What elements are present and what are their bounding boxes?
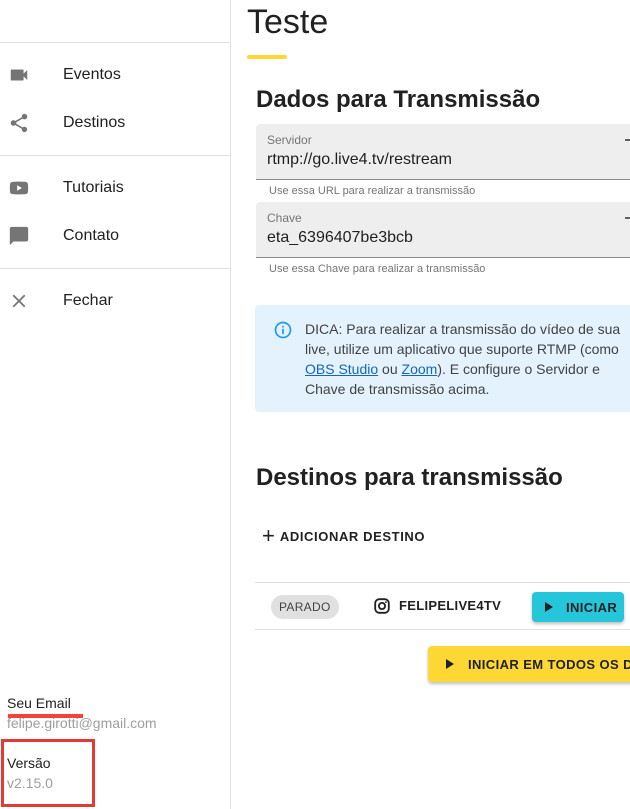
chat-bubble-icon bbox=[8, 225, 30, 247]
share-icon bbox=[8, 112, 30, 134]
redaction-mark bbox=[8, 714, 83, 718]
add-destination-label: ADICIONAR DESTINO bbox=[279, 528, 426, 544]
sidebar-item-label: Eventos bbox=[63, 66, 121, 83]
obs-studio-link[interactable]: OBS Studio bbox=[305, 361, 378, 377]
sidebar: Eventos Destinos Tutoriais Contato Fecha… bbox=[0, 0, 231, 809]
sidebar-item-label: Destinos bbox=[63, 114, 126, 131]
key-field[interactable]: Chave eta_6396407be3bcb bbox=[256, 202, 630, 258]
start-all-label: INICIAR EM TODOS OS DESTINOS bbox=[468, 657, 630, 672]
zoom-link[interactable]: Zoom bbox=[402, 361, 438, 377]
tip-text-part: ou bbox=[378, 361, 402, 377]
destination-row: PARADO FELIPELIVE4TV INICIAR bbox=[255, 582, 630, 630]
add-destination-button[interactable]: + ADICIONAR DESTINO bbox=[262, 522, 425, 550]
server-field-label: Servidor bbox=[267, 133, 312, 147]
sidebar-item-contato[interactable]: Contato bbox=[0, 214, 230, 258]
videocam-icon bbox=[8, 64, 30, 86]
play-icon bbox=[446, 659, 454, 669]
server-field-value[interactable]: rtmp://go.live4.tv/restream bbox=[267, 151, 452, 169]
email-label: Seu Email bbox=[7, 695, 71, 711]
instagram-icon bbox=[374, 598, 390, 614]
sidebar-item-label: Tutoriais bbox=[63, 179, 124, 196]
page-title: Teste bbox=[247, 3, 329, 41]
server-field-hint: Use essa URL para realizar a transmissão bbox=[269, 185, 476, 197]
server-field[interactable]: Servidor rtmp://go.live4.tv/restream bbox=[256, 124, 630, 180]
title-underline bbox=[247, 55, 287, 59]
start-destination-label: INICIAR bbox=[566, 600, 618, 615]
sidebar-item-fechar[interactable]: Fechar bbox=[0, 279, 230, 323]
key-field-label: Chave bbox=[267, 211, 302, 225]
plus-icon: + bbox=[262, 523, 275, 548]
sidebar-item-destinos[interactable]: Destinos bbox=[0, 101, 230, 145]
sidebar-divider bbox=[0, 268, 230, 269]
copy-icon[interactable] bbox=[622, 216, 630, 236]
key-field-hint: Use essa Chave para realizar a transmiss… bbox=[269, 263, 486, 275]
sidebar-item-label: Contato bbox=[63, 227, 120, 244]
start-destination-button[interactable]: INICIAR bbox=[532, 592, 624, 622]
youtube-icon bbox=[8, 177, 30, 199]
annotation-highlight-box bbox=[1, 739, 95, 807]
tip-text-part: DICA: Para realizar a transmissão do víd… bbox=[305, 321, 621, 357]
info-icon bbox=[274, 321, 292, 339]
play-icon bbox=[545, 602, 553, 612]
destination-name: FELIPELIVE4TV bbox=[399, 598, 502, 613]
sidebar-item-eventos[interactable]: Eventos bbox=[0, 53, 230, 97]
destinations-section-title: Destinos para transmissão bbox=[256, 464, 563, 491]
key-field-value[interactable]: eta_6396407be3bcb bbox=[267, 229, 413, 247]
tip-alert: DICA: Para realizar a transmissão do víd… bbox=[255, 305, 630, 412]
stream-section-title: Dados para Transmissão bbox=[256, 86, 541, 113]
copy-icon[interactable] bbox=[622, 138, 630, 158]
sidebar-item-label: Fechar bbox=[63, 292, 113, 309]
start-all-button[interactable]: INICIAR EM TODOS OS DESTINOS bbox=[428, 646, 630, 682]
sidebar-item-tutoriais[interactable]: Tutoriais bbox=[0, 166, 230, 210]
tip-text: DICA: Para realizar a transmissão do víd… bbox=[305, 319, 630, 399]
sidebar-divider bbox=[0, 42, 230, 43]
close-icon bbox=[8, 290, 30, 312]
status-badge: PARADO bbox=[271, 595, 339, 619]
sidebar-divider bbox=[0, 155, 230, 156]
